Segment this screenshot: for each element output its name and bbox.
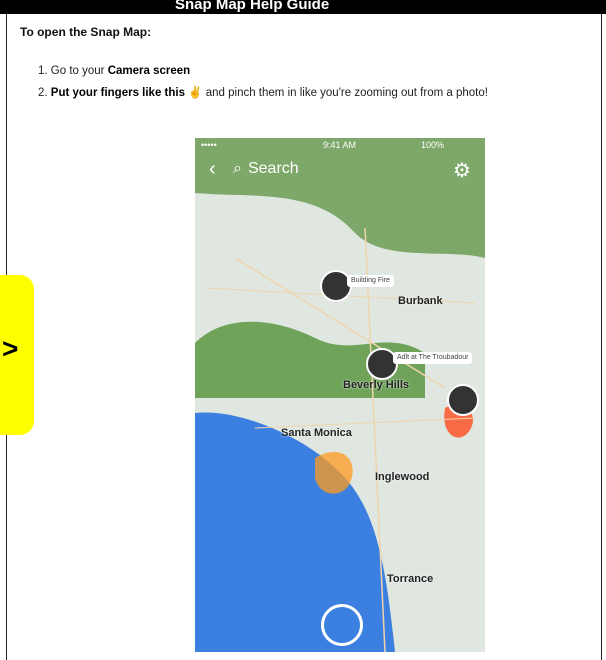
header-bar: Snap Map Help Guide: [0, 0, 606, 14]
place-santa-monica: Santa Monica: [281, 427, 352, 439]
map-background: [195, 138, 485, 652]
search-icon: ⌕: [233, 160, 242, 177]
signal-status: •••••: [201, 140, 217, 150]
story-label-troubadour: Adlt at The Troubadour: [393, 352, 473, 364]
fingers-emphasis: Put your fingers like this: [50, 87, 185, 99]
battery-status: 100%: [421, 140, 445, 150]
steps-list: 1. Go to your Camera screen 2. Put your …: [38, 60, 488, 104]
camera-screen-emphasis: Camera screen: [107, 65, 191, 77]
status-time: 9:41 AM: [323, 140, 357, 150]
place-inglewood: Inglewood: [375, 471, 430, 483]
search-field[interactable]: ⌕ Search: [233, 160, 299, 178]
pinch-hand-icon: ✌: [188, 87, 203, 99]
story-label-building-fire: Building Fire: [347, 275, 394, 287]
status-bar: ••••• 9:41 AM 100%: [195, 138, 485, 152]
search-placeholder: Search: [247, 160, 299, 177]
side-note: >: [0, 275, 34, 435]
step-1: 1. Go to your Camera screen: [38, 65, 191, 77]
place-burbank: Burbank: [398, 295, 443, 307]
page-title: Snap Map Help Guide: [175, 0, 330, 13]
phone-screenshot: ••••• 9:41 AM 100% ‹ ⌕ Search ⚙ Building…: [195, 138, 485, 652]
story-bubble-downtown[interactable]: [447, 384, 479, 416]
step-2: 2. Put your fingers like this ✌ and pinc…: [38, 87, 488, 99]
map-top-controls: ‹ ⌕ Search ⚙: [195, 152, 485, 188]
place-torrance: Torrance: [387, 573, 434, 585]
back-button[interactable]: ‹: [209, 158, 216, 181]
capture-button[interactable]: [321, 604, 363, 646]
side-note-text: >: [2, 333, 19, 364]
settings-gear-icon[interactable]: ⚙: [453, 158, 471, 183]
place-beverly-hills: Beverly Hills: [343, 379, 410, 391]
document-heading: To open the Snap Map:: [20, 25, 152, 39]
